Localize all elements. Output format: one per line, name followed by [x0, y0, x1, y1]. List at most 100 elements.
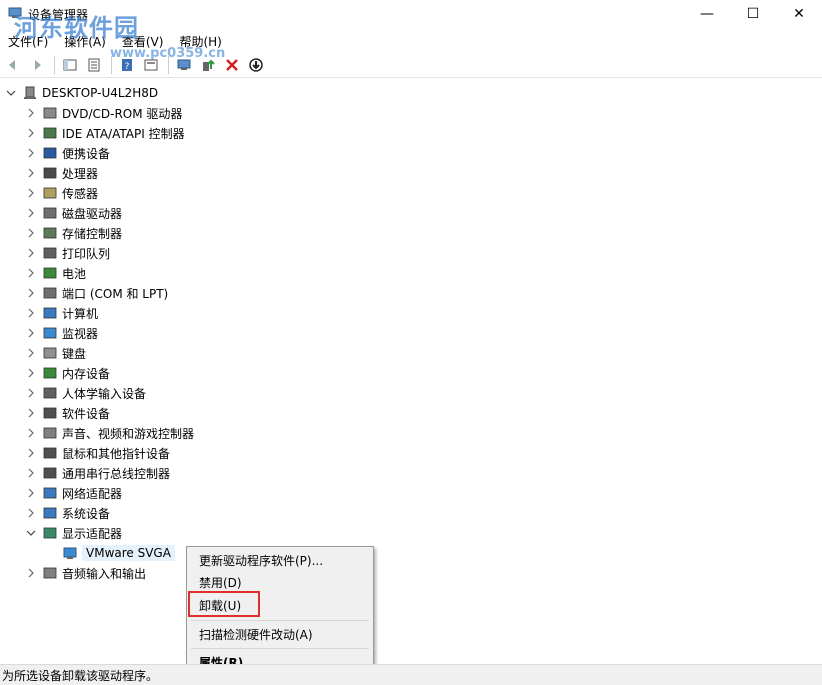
toolbar-separator — [168, 55, 169, 74]
properties-icon[interactable] — [83, 54, 105, 76]
chevron-down-icon[interactable] — [4, 83, 18, 103]
tree-category-label: 传感器 — [62, 186, 99, 201]
close-button[interactable]: ✕ — [776, 0, 822, 28]
tree-category[interactable]: 端口 (COM 和 LPT) — [24, 283, 168, 303]
tree-category-label: 声音、视频和游戏控制器 — [62, 426, 195, 441]
tree-category-label: 人体学输入设备 — [62, 386, 147, 401]
tree-category[interactable]: 显示适配器 — [24, 523, 122, 543]
chevron-right-icon[interactable] — [24, 283, 38, 303]
ctx-scan[interactable]: 扫描检测硬件改动(A) — [187, 623, 373, 645]
tree-category[interactable]: 存储控制器 — [24, 223, 122, 243]
ctx-update-driver[interactable]: 更新驱动程序软件(P)... — [187, 549, 373, 571]
sensor-icon — [42, 185, 58, 201]
chevron-right-icon[interactable] — [24, 483, 38, 503]
chevron-down-icon[interactable] — [24, 523, 38, 543]
chevron-right-icon[interactable] — [24, 343, 38, 363]
tree-category[interactable]: 便携设备 — [24, 143, 110, 163]
dvd-drive-icon — [42, 105, 58, 121]
tree-category[interactable]: 声音、视频和游戏控制器 — [24, 423, 194, 443]
tree-category[interactable]: 鼠标和其他指针设备 — [24, 443, 170, 463]
tree-category[interactable]: 通用串行总线控制器 — [24, 463, 170, 483]
tree-category[interactable]: 音频输入和输出 — [24, 563, 146, 583]
chevron-right-icon[interactable] — [24, 143, 38, 163]
tree-category[interactable]: 打印队列 — [24, 243, 110, 263]
ctx-disable[interactable]: 禁用(D) — [187, 571, 373, 593]
maximize-button[interactable]: ☐ — [730, 0, 776, 28]
tree-category[interactable]: 网络适配器 — [24, 483, 122, 503]
tree-category[interactable]: 系统设备 — [24, 503, 110, 523]
tree-root[interactable]: DESKTOP-U4L2H8D — [4, 83, 158, 103]
display-adapter-icon — [62, 545, 78, 561]
chevron-right-icon[interactable] — [24, 123, 38, 143]
tree-category[interactable]: 监视器 — [24, 323, 98, 343]
tree-category[interactable]: 计算机 — [24, 303, 98, 323]
help-icon[interactable]: ? — [116, 54, 138, 76]
tree-category-label: 网络适配器 — [62, 486, 123, 501]
display-adapter-icon — [42, 525, 58, 541]
tree-category[interactable]: 传感器 — [24, 183, 98, 203]
tree-category-label: IDE ATA/ATAPI 控制器 — [62, 126, 185, 141]
tree-category-label: 便携设备 — [62, 146, 111, 161]
tree-category-label: DVD/CD-ROM 驱动器 — [62, 106, 183, 121]
storage-controller-icon — [42, 225, 58, 241]
tree-category-label: 打印队列 — [62, 246, 111, 261]
monitor-icon — [42, 325, 58, 341]
ctx-separator — [191, 648, 369, 649]
update-driver-icon[interactable] — [197, 54, 219, 76]
tree-device-vmware-svga[interactable]: VMware SVGA — [58, 543, 175, 563]
tree-category[interactable]: IDE ATA/ATAPI 控制器 — [24, 123, 185, 143]
tree-category[interactable]: 磁盘驱动器 — [24, 203, 122, 223]
tree-category-label: 通用串行总线控制器 — [62, 466, 171, 481]
chevron-right-icon[interactable] — [24, 443, 38, 463]
chevron-right-icon[interactable] — [24, 363, 38, 383]
tree-category-label: 存储控制器 — [62, 226, 123, 241]
tree-category[interactable]: DVD/CD-ROM 驱动器 — [24, 103, 182, 123]
chevron-right-icon[interactable] — [24, 323, 38, 343]
usb-icon — [42, 465, 58, 481]
status-text: 为所选设备卸载该驱动程序。 — [2, 668, 159, 683]
tree-category-label: 音频输入和输出 — [62, 566, 147, 581]
chevron-right-icon[interactable] — [24, 563, 38, 583]
tree-category[interactable]: 电池 — [24, 263, 86, 283]
tree-category[interactable]: 处理器 — [24, 163, 98, 183]
chevron-right-icon[interactable] — [24, 263, 38, 283]
chevron-right-icon[interactable] — [24, 403, 38, 423]
chevron-right-icon[interactable] — [24, 223, 38, 243]
tree-category-label: 端口 (COM 和 LPT) — [62, 286, 169, 301]
device-label: VMware SVGA — [82, 545, 175, 561]
toolbar-separator — [54, 55, 55, 74]
toolbar: ? — [0, 52, 822, 78]
chevron-right-icon[interactable] — [24, 503, 38, 523]
tree-category[interactable]: 键盘 — [24, 343, 86, 363]
scan-monitor-icon[interactable] — [173, 54, 195, 76]
chevron-right-icon[interactable] — [24, 463, 38, 483]
chevron-right-icon[interactable] — [24, 383, 38, 403]
tree-category[interactable]: 内存设备 — [24, 363, 110, 383]
tree-category[interactable]: 软件设备 — [24, 403, 110, 423]
chevron-right-icon[interactable] — [24, 243, 38, 263]
tree-category-label: 计算机 — [62, 306, 99, 321]
computer-icon — [42, 305, 58, 321]
watermark-logo: 河东软件园 — [14, 13, 139, 42]
chevron-right-icon[interactable] — [24, 203, 38, 223]
minimize-button[interactable]: — — [684, 0, 730, 28]
portable-device-icon — [42, 145, 58, 161]
back-arrow-icon[interactable] — [2, 54, 24, 76]
tree-category[interactable]: 人体学输入设备 — [24, 383, 146, 403]
print-queue-icon — [42, 245, 58, 261]
ide-controller-icon — [42, 125, 58, 141]
chevron-right-icon[interactable] — [24, 303, 38, 323]
view-icon[interactable] — [140, 54, 162, 76]
forward-arrow-icon[interactable] — [26, 54, 48, 76]
show-hide-tree-icon[interactable] — [59, 54, 81, 76]
download-icon[interactable] — [245, 54, 267, 76]
chevron-right-icon[interactable] — [24, 103, 38, 123]
uninstall-x-icon[interactable] — [221, 54, 243, 76]
tree-category-label: 内存设备 — [62, 366, 111, 381]
chevron-right-icon[interactable] — [24, 183, 38, 203]
ctx-separator — [191, 620, 369, 621]
chevron-right-icon[interactable] — [24, 423, 38, 443]
tree-category-label: 系统设备 — [62, 506, 111, 521]
chevron-right-icon[interactable] — [24, 163, 38, 183]
memory-icon — [42, 365, 58, 381]
